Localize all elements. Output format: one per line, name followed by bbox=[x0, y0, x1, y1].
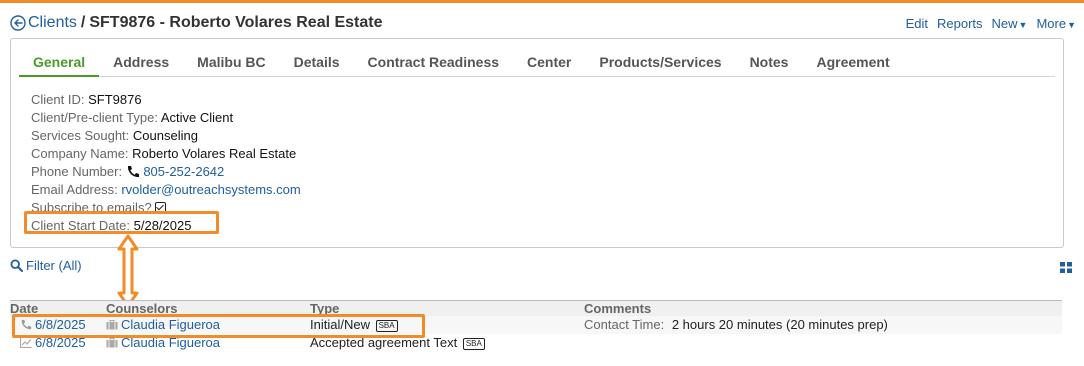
new-menu-button[interactable]: New▼ bbox=[992, 16, 1028, 31]
row-comment-cell bbox=[584, 334, 1062, 352]
tab-bar: General Address Malibu BC Details Contra… bbox=[19, 47, 1055, 77]
client-id-label: Client ID: bbox=[31, 92, 85, 107]
header-actions: Edit Reports New▼ More▼ bbox=[906, 16, 1076, 31]
tab-notes[interactable]: Notes bbox=[736, 47, 803, 77]
reports-link[interactable]: Reports bbox=[937, 16, 983, 31]
tab-products-services[interactable]: Products/Services bbox=[585, 47, 735, 77]
filter-label: Filter (All) bbox=[26, 258, 82, 273]
client-type-row: Client/Pre-client Type: Active Client bbox=[31, 109, 301, 127]
briefcase-icon bbox=[106, 338, 118, 348]
row-comment-cell: Contact Time: 2 hours 20 minutes (20 min… bbox=[584, 316, 1062, 334]
tab-contract-readiness[interactable]: Contract Readiness bbox=[354, 47, 513, 77]
header-comments[interactable]: Comments bbox=[584, 301, 1062, 316]
breadcrumb-separator: / bbox=[80, 14, 86, 31]
page-title: SFT9876 - Roberto Volares Real Estate bbox=[89, 14, 383, 31]
back-circle-arrow-icon[interactable] bbox=[10, 15, 26, 31]
phone-label: Phone Number: bbox=[31, 164, 123, 179]
services-value: Counseling bbox=[132, 128, 198, 143]
breadcrumb-clients-link[interactable]: Clients bbox=[28, 14, 77, 32]
start-date-highlight bbox=[24, 211, 219, 234]
edit-link[interactable]: Edit bbox=[906, 16, 928, 31]
client-id-value: SFT9876 bbox=[88, 92, 142, 107]
tab-center[interactable]: Center bbox=[513, 47, 585, 77]
client-type-value: Active Client bbox=[160, 110, 234, 125]
more-menu-button[interactable]: More▼ bbox=[1036, 16, 1076, 31]
row-comment-label: Contact Time: bbox=[584, 317, 665, 332]
client-id-row: Client ID: SFT9876 bbox=[31, 91, 301, 109]
services-row: Services Sought: Counseling bbox=[31, 127, 301, 145]
row-comment-value: 2 hours 20 minutes (20 minutes prep) bbox=[671, 317, 888, 332]
more-menu-label: More bbox=[1036, 15, 1067, 31]
trend-chart-icon bbox=[20, 337, 32, 348]
tab-agreement[interactable]: Agreement bbox=[802, 47, 903, 77]
first-row-highlight bbox=[12, 314, 425, 338]
phone-icon bbox=[127, 166, 139, 178]
email-label: Email Address: bbox=[31, 182, 118, 197]
email-row: Email Address: rvolder@outreachsystems.c… bbox=[31, 181, 301, 199]
page-header: Clients / SFT9876 - Roberto Volares Real… bbox=[10, 12, 1076, 34]
phone-link[interactable]: 805-252-2642 bbox=[143, 164, 224, 179]
tab-details[interactable]: Details bbox=[280, 47, 354, 77]
connector-arrow bbox=[117, 234, 139, 308]
new-menu-label: New bbox=[991, 15, 1018, 31]
company-value: Roberto Volares Real Estate bbox=[132, 146, 297, 161]
caret-down-icon: ▼ bbox=[1067, 19, 1076, 30]
client-type-label: Client/Pre-client Type: bbox=[31, 110, 158, 125]
top-accent-line bbox=[0, 0, 1084, 3]
services-label: Services Sought: bbox=[31, 128, 130, 143]
filter-control[interactable]: Filter (All) bbox=[10, 258, 82, 273]
grid-view-icon[interactable] bbox=[1060, 262, 1072, 273]
tab-general[interactable]: General bbox=[19, 47, 100, 77]
sba-badge: SBA bbox=[462, 338, 485, 350]
company-label: Company Name: bbox=[31, 146, 129, 161]
company-row: Company Name: Roberto Volares Real Estat… bbox=[31, 145, 301, 163]
tab-malibu-bc[interactable]: Malibu BC bbox=[183, 47, 279, 77]
caret-down-icon: ▼ bbox=[1018, 19, 1028, 30]
email-link[interactable]: rvolder@outreachsystems.com bbox=[121, 182, 300, 197]
search-icon bbox=[10, 259, 23, 272]
tab-address[interactable]: Address bbox=[99, 47, 183, 77]
phone-row: Phone Number: 805-252-2642 bbox=[31, 163, 301, 181]
